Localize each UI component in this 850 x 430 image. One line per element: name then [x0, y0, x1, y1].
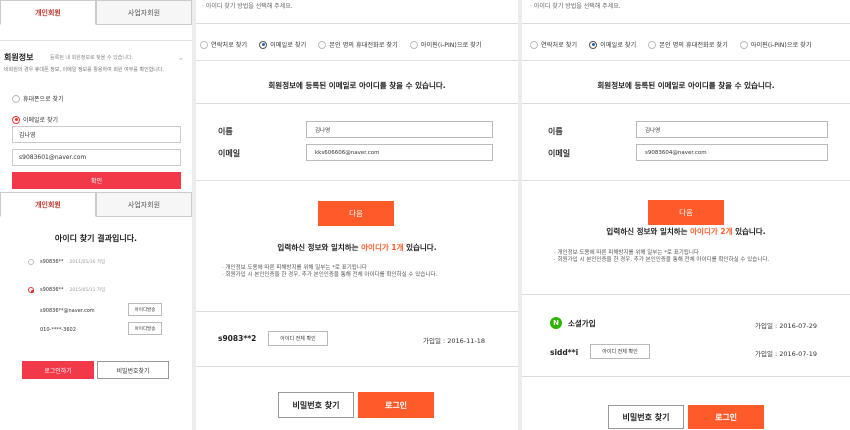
find-password-button[interactable]: 비밀번호 찾기 [278, 392, 354, 418]
join-date: 가입일 : 2016-11-18 [423, 337, 486, 345]
top-note: · 아이디 찾기 방법을 선택해 주세요. [530, 3, 621, 10]
divider [196, 103, 518, 104]
section-subtitle: 등록된 내 회원정보로 찾을 수 있습니다. [50, 55, 134, 61]
send-id-email-button[interactable]: 아이디발송 [128, 303, 162, 316]
find-password-button[interactable]: 비밀번호찾기 [97, 361, 169, 379]
option-ipin[interactable]: 아이핀(i-PIN)으로 찾기 [739, 40, 812, 49]
divider [196, 366, 518, 367]
name-input[interactable]: 김나영 [636, 121, 828, 138]
member-type-tabs: 개인회원 사업자회원 [0, 0, 192, 25]
login-button[interactable]: 로그인하기 [22, 361, 94, 379]
radio-icon [12, 94, 20, 103]
option-contact[interactable]: 연락처로 찾기 [200, 40, 247, 49]
match-result-text: 입력하신 정보와 일치하는 아이디가 1개 있습니다. [277, 243, 437, 252]
option-email[interactable]: 이메일로 찾기 [589, 40, 636, 49]
name-label: 이름 [218, 127, 233, 136]
email-label: 이메일 [548, 149, 571, 158]
notice-item: · 개인정보 도용에 따른 피해방지를 위해 일부는 *로 표기됩니다 [222, 265, 367, 271]
chevron-up-icon[interactable]: ⌃ [178, 57, 184, 65]
masked-user-id: sidd**i [550, 348, 579, 357]
divider [522, 23, 850, 24]
divider [0, 40, 192, 41]
radio-icon [200, 40, 208, 49]
option-mobile[interactable]: 본인 명의 휴대전화로 찾기 [648, 40, 728, 49]
social-label: 소셜가입 [568, 318, 596, 328]
notice-list: · 개인정보 도용에 따른 피해방지를 위해 일부는 *로 표기됩니다 · 회원… [554, 250, 834, 264]
confirm-button[interactable]: 확인 [12, 172, 181, 189]
radio-icon [318, 40, 327, 49]
result-member-type-tabs: 개인회원 사업자회원 [0, 192, 192, 217]
divider [522, 376, 850, 377]
radio-icon [28, 259, 34, 265]
divider [196, 180, 518, 181]
email-input[interactable]: kks606606@naver.com [306, 144, 493, 161]
find-password-button[interactable]: 비밀번호 찾기 [608, 405, 684, 429]
account-email: s90836**@naver.com [40, 308, 95, 314]
section-title: 회원정보 [4, 53, 34, 62]
radio-selected-icon [12, 115, 20, 124]
match-result-text: 입력하신 정보와 일치하는 아이디가 2개 있습니다. [606, 227, 766, 236]
email-label: 이메일 [218, 149, 241, 158]
option-ipin[interactable]: 아이핀(i-PIN)으로 찾기 [409, 40, 482, 49]
account-phone: 010-****-3602 [40, 327, 76, 333]
name-input[interactable]: 김나영 [306, 121, 493, 138]
email-input[interactable]: s9083604@naver.com [636, 144, 828, 161]
divider [196, 23, 518, 24]
section-description: 비회원의 경우 휴대폰 정보, 이메일 정보를 활용하여 회원 여부를 확인합니… [4, 67, 165, 73]
radio-selected-icon [589, 40, 598, 49]
login-button[interactable]: 로그인 [358, 392, 434, 418]
social-account-row: N 소셜가입 [550, 317, 596, 329]
option-email[interactable]: 이메일로 찾기 [259, 40, 306, 49]
tab-business-member[interactable]: 사업자회원 [96, 0, 192, 25]
radio-icon [409, 40, 418, 49]
join-date: 가입일 : 2016-07-19 [755, 350, 818, 358]
login-button[interactable]: 로그인 [688, 405, 764, 429]
next-button[interactable]: 다음 [648, 200, 724, 225]
result-title: 아이디 찾기 결과입니다. [54, 234, 138, 243]
naver-logo-icon: N [550, 317, 562, 329]
tab-business-member[interactable]: 사업자회원 [96, 192, 192, 217]
instruction-headline: 회원정보에 등록된 이메일로 아이디를 찾을 수 있습니다. [597, 81, 775, 90]
top-note: · 아이디 찾기 방법을 선택해 주세요. [202, 3, 293, 10]
divider [522, 60, 850, 61]
tab-personal-member[interactable]: 개인회원 [0, 192, 96, 217]
radio-icon [739, 40, 748, 49]
divider [196, 311, 518, 312]
find-id-result-panel-1: · 아이디 찾기 방법을 선택해 주세요. 연락처로 찾기 이메일로 찾기 본인… [196, 0, 518, 430]
notice-item: · 개인정보 도용에 따른 피해방지를 위해 일부는 *로 표기됩니다 [554, 250, 699, 256]
divider [522, 294, 850, 295]
instruction-headline: 회원정보에 등록된 이메일로 아이디를 찾을 수 있습니다. [268, 81, 446, 90]
name-label: 이름 [548, 127, 563, 136]
radio-icon [530, 40, 538, 49]
notice-item: · 회원가입 시 본인인증을 한 경우, 추가 본인인증을 통해 전체 아이디를… [554, 257, 770, 263]
radio-phone[interactable]: 휴대폰으로 찾기 [12, 88, 64, 107]
option-mobile[interactable]: 본인 명의 휴대전화로 찾기 [318, 40, 398, 49]
notice-list: · 개인정보 도용에 따른 피해방지를 위해 일부는 *로 표기됩니다 · 회원… [222, 265, 502, 279]
next-button[interactable]: 다음 [318, 201, 394, 226]
divider [522, 103, 850, 104]
masked-user-id: s9083**2 [218, 334, 257, 343]
radio-icon [648, 40, 657, 49]
option-contact[interactable]: 연락처로 찾기 [530, 40, 577, 49]
mobile-find-id-panel: 개인회원 사업자회원 회원정보 등록된 내 회원정보로 찾을 수 있습니다. ⌃… [0, 0, 192, 430]
tab-personal-member[interactable]: 개인회원 [0, 0, 96, 25]
notice-item: · 회원가입 시 본인인증을 한 경우, 추가 본인인증을 통해 전체 아이디를… [222, 272, 438, 278]
name-input[interactable]: 김나영 [12, 126, 181, 143]
social-join-date: 가입일 : 2016-07-29 [755, 322, 818, 330]
view-full-id-button[interactable]: 아이디 전체 확인 [590, 344, 650, 359]
account-option-1[interactable]: s90836** 2011/05/30 가입 [28, 259, 105, 265]
email-input[interactable]: s9083601@naver.com [12, 149, 181, 166]
radio-selected-icon [28, 287, 34, 293]
find-method-options: 연락처로 찾기 이메일로 찾기 본인 명의 휴대전화로 찾기 아이핀(i-PIN… [530, 40, 812, 49]
divider [522, 180, 850, 181]
radio-selected-icon [259, 40, 268, 49]
view-full-id-button[interactable]: 아이디 전체 확인 [268, 331, 328, 346]
find-method-options: 연락처로 찾기 이메일로 찾기 본인 명의 휴대전화로 찾기 아이핀(i-PIN… [200, 40, 482, 49]
find-id-result-panel-2: · 아이디 찾기 방법을 선택해 주세요. 연락처로 찾기 이메일로 찾기 본인… [522, 0, 850, 430]
account-option-2[interactable]: s90836** 2015/05/11 가입 [28, 287, 105, 293]
send-id-phone-button[interactable]: 아이디발송 [128, 322, 162, 335]
divider [196, 60, 518, 61]
